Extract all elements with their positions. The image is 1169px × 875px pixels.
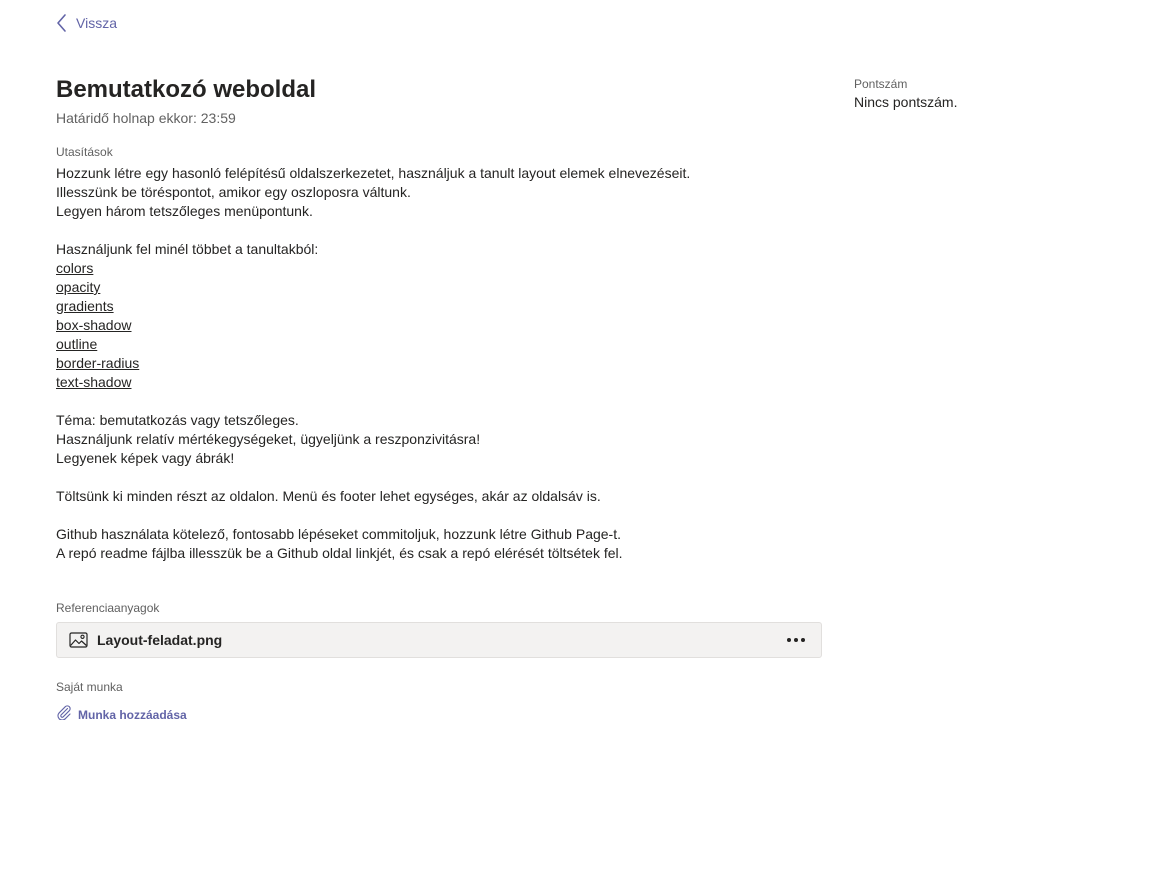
instruction-line (56, 221, 822, 240)
instruction-line: A repó readme fájlba illesszük be a Gith… (56, 545, 623, 561)
image-file-icon (69, 632, 88, 648)
back-label: Vissza (76, 15, 117, 31)
instruction-line (56, 506, 822, 525)
due-date: Határidő holnap ekkor: 23:59 (56, 110, 236, 126)
instruction-link[interactable]: box-shadow (56, 316, 132, 335)
instruction-link[interactable]: opacity (56, 278, 100, 297)
chevron-left-icon (56, 13, 68, 33)
points-panel: Pontszám Nincs pontszám. (854, 76, 957, 112)
instruction-link[interactable]: outline (56, 335, 97, 354)
reference-attachment[interactable]: Layout-feladat.png (56, 622, 822, 658)
add-work-label: Munka hozzáadása (78, 707, 187, 722)
instruction-line: Töltsünk ki minden részt az oldalon. Men… (56, 488, 601, 504)
paperclip-icon (56, 704, 72, 725)
references-label: Referenciaanyagok (56, 601, 160, 615)
instruction-line: Téma: bemutatkozás vagy tetszőleges. (56, 412, 299, 428)
points-label: Pontszám (854, 77, 908, 91)
points-value: Nincs pontszám. (854, 94, 958, 110)
instruction-line: Legyenek képek vagy ábrák! (56, 450, 235, 466)
assignment-title: Bemutatkozó weboldal (56, 76, 317, 103)
instruction-line: Legyen három tetszőleges menüpontunk. (56, 203, 313, 219)
more-options-icon[interactable] (783, 627, 809, 653)
instruction-link[interactable]: gradients (56, 297, 114, 316)
instruction-line: Illesszünk be töréspontot, amikor egy os… (56, 184, 411, 200)
back-link[interactable]: Vissza (56, 13, 117, 33)
add-work-button[interactable]: Munka hozzáadása (56, 704, 187, 725)
instructions-body: Hozzunk létre egy hasonló felépítésű old… (56, 164, 822, 563)
instruction-line (56, 468, 822, 487)
assignment-details: Bemutatkozó weboldal Határidő holnap ekk… (56, 74, 822, 725)
instruction-line: Használjunk relatív mértékegységeket, üg… (56, 431, 481, 447)
instruction-line: Használjunk fel minél többet a tanultakb… (56, 241, 319, 257)
attachment-name: Layout-feladat.png (97, 632, 223, 648)
instruction-line: Hozzunk létre egy hasonló felépítésű old… (56, 165, 691, 181)
instruction-link[interactable]: border-radius (56, 354, 139, 373)
instruction-link[interactable]: colors (56, 259, 93, 278)
instruction-line (56, 392, 822, 411)
instructions-label: Utasítások (56, 145, 113, 159)
own-work-label: Saját munka (56, 680, 123, 694)
instruction-line: Github használata kötelező, fontosabb lé… (56, 526, 621, 542)
instruction-link[interactable]: text-shadow (56, 373, 131, 392)
